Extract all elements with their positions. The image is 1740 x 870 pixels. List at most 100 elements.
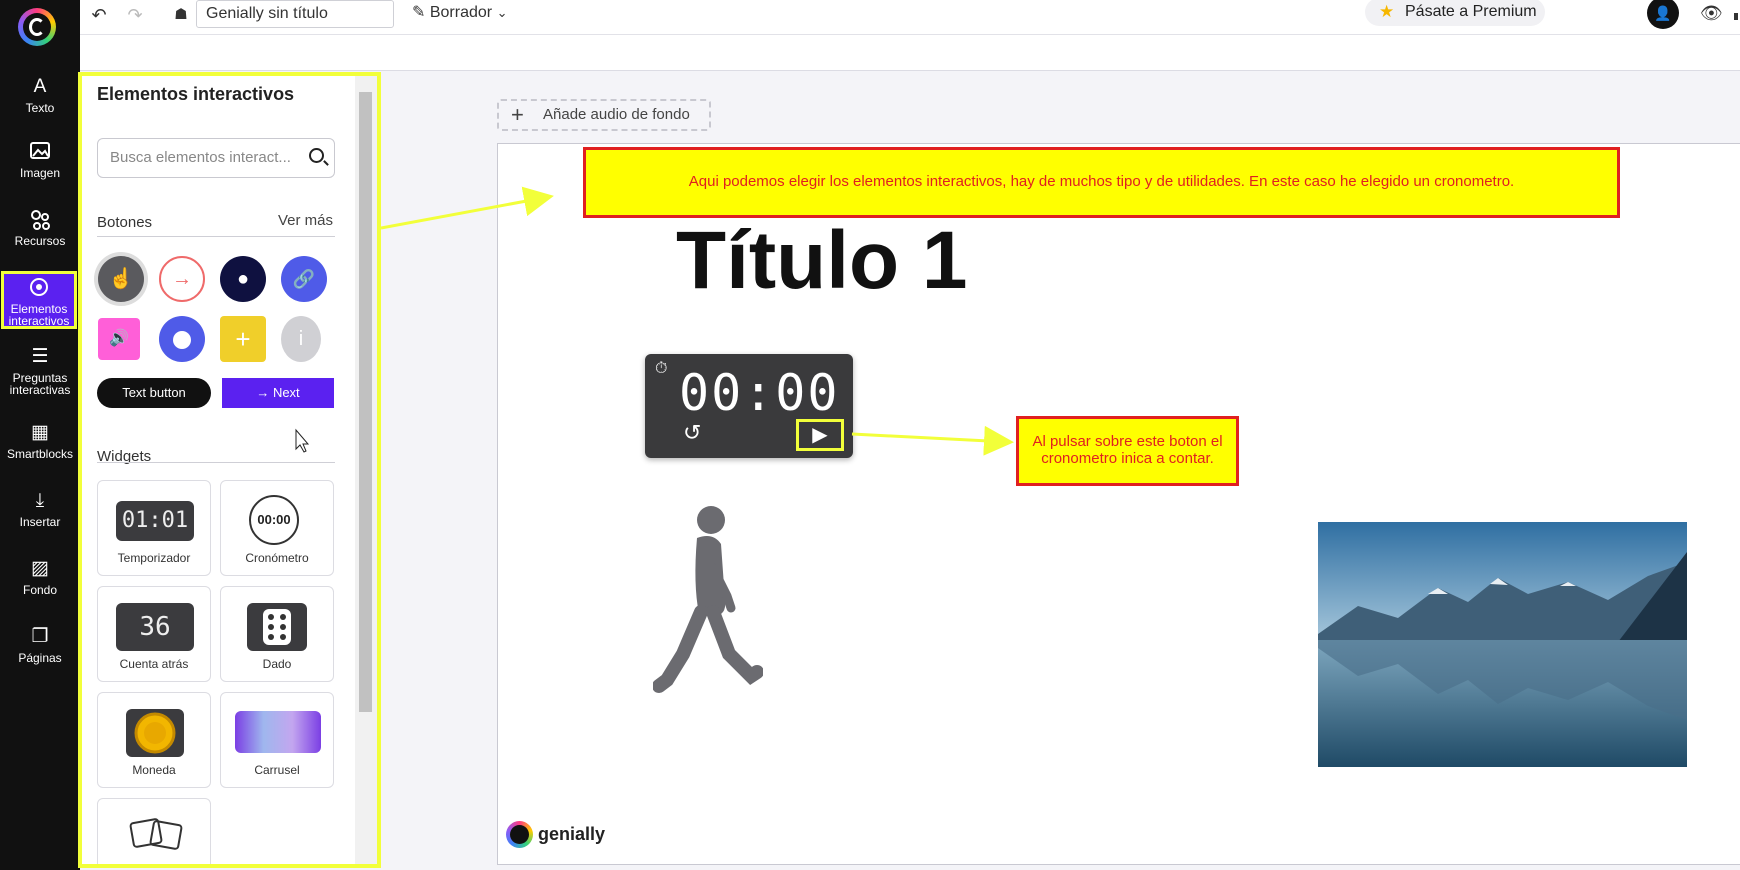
rail-item-label: Elementos interactivos xyxy=(8,302,70,328)
draft-label: Borrador xyxy=(429,4,493,21)
widget-cronometro[interactable]: 00:00 Cronómetro xyxy=(220,480,334,576)
top-bar: ↶ ↷ ☗ Genially sin título ✎ Borrador ⌄ ★… xyxy=(80,0,1740,35)
search-input[interactable]: Busca elementos interact... xyxy=(97,138,335,178)
star-icon: ★ xyxy=(1379,2,1395,21)
widget-dado[interactable]: Dado xyxy=(220,586,334,682)
rail-item-insertar[interactable]: ⤓ Insertar xyxy=(0,484,80,546)
coin-icon xyxy=(126,709,184,757)
sound-button-icon[interactable]: 🔊 xyxy=(98,318,140,360)
draft-status-dropdown[interactable]: ✎ Borrador ⌄ xyxy=(412,0,507,28)
preview-eye-icon[interactable]: 👁 xyxy=(1700,0,1723,26)
slide-canvas[interactable]: Aqui podemos elegir los elementos intera… xyxy=(497,143,1740,865)
stopwatch-time: 00:00 xyxy=(679,364,840,422)
interactive-elements-panel: Elementos interactivos Busca elementos i… xyxy=(78,72,381,868)
redo-icon[interactable]: ↷ xyxy=(124,2,146,28)
app-root: A Texto Imagen Recursos Elementos intera… xyxy=(0,0,1740,870)
walking-person-illustration[interactable] xyxy=(652,504,764,704)
premium-label: Pásate a Premium xyxy=(1405,3,1537,20)
widget-label: Dado xyxy=(262,657,292,671)
add-background-audio-button[interactable]: + Añade audio de fondo xyxy=(497,99,711,131)
rail-item-label: Recursos xyxy=(14,234,66,248)
plus-icon: + xyxy=(511,102,524,127)
annotation-note-top: Aqui podemos elegir los elementos intera… xyxy=(583,147,1620,218)
image-icon xyxy=(0,141,80,163)
insert-icon: ⤓ xyxy=(35,490,45,511)
stopwatch-small-icon: ⏱ xyxy=(655,360,668,377)
dice-icon xyxy=(247,603,307,651)
next-button-sample[interactable]: → Next xyxy=(222,378,334,408)
next-label: Next xyxy=(272,385,300,400)
text-button-sample[interactable]: Text button xyxy=(97,378,211,408)
link-button-icon[interactable]: 🔗 xyxy=(281,256,327,302)
stopwatch-widget[interactable]: ⏱ 00:00 ↺ ▶ xyxy=(645,354,853,458)
rail-item-paginas[interactable]: ❐ Páginas xyxy=(0,620,80,682)
search-placeholder: Busca elementos interact... xyxy=(110,149,291,166)
pencil-icon: ✎ xyxy=(412,4,426,21)
annotation-note-play: Al pulsar sobre este boton el cronometro… xyxy=(1016,416,1239,486)
widget-label: Cuenta atrás xyxy=(119,657,189,671)
widget-moneda[interactable]: Moneda xyxy=(97,692,211,788)
widget-label: Cronómetro xyxy=(245,551,309,565)
rail-item-smartblocks[interactable]: ▦ Smartblocks xyxy=(0,416,80,478)
eye-button-icon[interactable]: ● xyxy=(220,256,266,302)
reset-icon[interactable]: ↺ xyxy=(683,420,701,446)
widget-label: Moneda xyxy=(132,763,176,777)
background-icon: ▨ xyxy=(31,558,49,579)
stopwatch-icon: 00:00 xyxy=(249,495,299,545)
genially-brand: genially xyxy=(506,821,606,848)
robot-icon[interactable]: ☗ xyxy=(170,2,192,28)
left-rail: A Texto Imagen Recursos Elementos intera… xyxy=(0,0,80,870)
rail-item-elementos-interactivos[interactable]: Elementos interactivos xyxy=(1,271,77,329)
smartblocks-icon: ▦ xyxy=(31,422,49,443)
text-icon: A xyxy=(33,76,47,97)
premium-button[interactable]: ★ Pásate a Premium xyxy=(1365,0,1545,26)
widget-cuenta-atras[interactable]: 36 Cuenta atrás xyxy=(97,586,211,682)
widget-label: Carrusel xyxy=(254,763,300,777)
rail-item-fondo[interactable]: ▨ Fondo xyxy=(0,552,80,614)
interactive-icon xyxy=(4,277,74,299)
rail-item-recursos[interactable]: Recursos xyxy=(0,203,80,265)
rail-item-label: Texto xyxy=(25,101,55,115)
rail-item-label: Preguntas interactivas xyxy=(9,371,71,397)
secondary-toolbar xyxy=(80,35,1740,71)
rail-item-label: Imagen xyxy=(19,166,61,180)
panel-title: Elementos interactivos xyxy=(97,84,295,104)
rail-item-label: Fondo xyxy=(22,583,58,597)
play-button[interactable]: ▶ xyxy=(796,419,844,451)
undo-icon[interactable]: ↶ xyxy=(88,2,110,28)
plus-button-icon[interactable]: + xyxy=(220,316,266,362)
add-user-icon[interactable]: 👤 xyxy=(1647,0,1679,29)
search-icon[interactable] xyxy=(309,148,324,163)
rail-item-imagen[interactable]: Imagen xyxy=(0,135,80,197)
rail-item-texto[interactable]: A Texto xyxy=(0,70,80,132)
document-title-input[interactable]: Genially sin título xyxy=(196,0,394,28)
divider xyxy=(97,236,335,237)
rail-item-preguntas[interactable]: ☰ Preguntas interactivas xyxy=(0,340,80,402)
chevron-down-icon: ⌄ xyxy=(496,5,508,20)
widget-temporizador[interactable]: 01:01 Temporizador xyxy=(97,480,211,576)
timer-thumb: 01:01 xyxy=(116,501,194,541)
arrow-right-icon: → xyxy=(256,385,270,400)
carousel-icon xyxy=(235,711,321,753)
widget-carrusel[interactable]: Carrusel xyxy=(220,692,334,788)
audio-label: Añade audio de fondo xyxy=(543,106,690,123)
genially-logo[interactable] xyxy=(18,8,56,46)
see-more-link[interactable]: Ver más xyxy=(278,212,333,229)
widget-label: Temporizador xyxy=(117,551,191,565)
theater-masks-icon xyxy=(128,815,184,855)
info-button-icon[interactable]: i xyxy=(281,316,321,362)
stats-icon[interactable] xyxy=(1734,2,1740,20)
divider xyxy=(97,462,335,463)
brand-label: genially xyxy=(538,824,606,844)
widget-more[interactable] xyxy=(97,798,211,864)
rail-item-label: Insertar xyxy=(19,515,61,529)
arrow-right-button-icon[interactable]: → xyxy=(159,256,205,302)
mountain-lake-photo[interactable] xyxy=(1318,522,1687,767)
slide-title[interactable]: Título 1 xyxy=(676,214,968,308)
panel-scrollbar[interactable] xyxy=(355,76,377,864)
buttons-heading: Botones xyxy=(97,214,153,231)
rail-item-label: Smartblocks xyxy=(6,447,74,461)
rail-item-label: Páginas xyxy=(18,651,62,665)
hand-pointer-button-icon[interactable]: ☝ xyxy=(98,256,144,302)
circle-button-icon[interactable] xyxy=(159,316,205,362)
